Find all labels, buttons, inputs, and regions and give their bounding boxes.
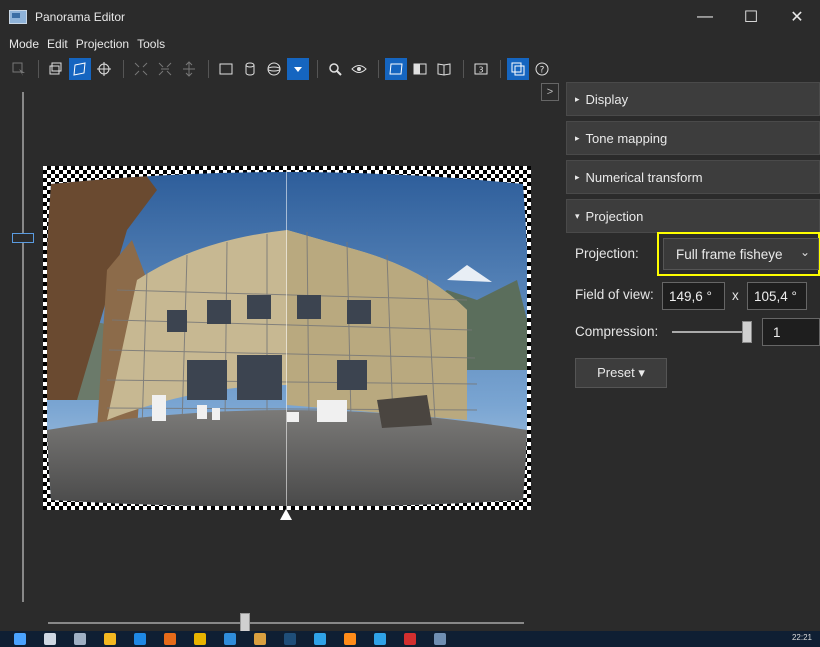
vertical-slider-handle[interactable] — [12, 233, 34, 243]
app-icon-info[interactable] — [314, 633, 326, 645]
compression-label: Compression: — [575, 324, 659, 339]
toolbar-separator — [123, 60, 124, 78]
sphere-icon[interactable] — [263, 58, 285, 80]
projection-select-highlight[interactable]: Full frame fisheye ⌄ — [657, 232, 820, 276]
svg-text:3: 3 — [478, 66, 483, 75]
cylinder-icon[interactable] — [239, 58, 261, 80]
vertical-slider-track[interactable] — [22, 92, 24, 602]
toolbar-separator — [378, 60, 379, 78]
select-mode-icon[interactable] — [8, 58, 30, 80]
help-icon[interactable]: ? — [531, 58, 553, 80]
projection-select[interactable]: Full frame fisheye ⌄ — [663, 238, 819, 270]
panel-icon[interactable] — [507, 58, 529, 80]
fov-separator: x — [732, 288, 739, 303]
center-icon[interactable] — [178, 58, 200, 80]
edge-icon[interactable] — [134, 633, 146, 645]
app-shield-icon[interactable] — [104, 633, 116, 645]
view-book-icon[interactable] — [433, 58, 455, 80]
menu-mode[interactable]: Mode — [0, 37, 43, 51]
app-icon-blue[interactable] — [224, 633, 236, 645]
app-icon-red[interactable] — [404, 633, 416, 645]
window-title: Panorama Editor — [35, 10, 126, 24]
fit-icon[interactable] — [130, 58, 152, 80]
menu-projection[interactable]: Projection — [72, 37, 133, 51]
section-projection[interactable]: ▾ Projection — [566, 199, 820, 233]
toolbar-separator — [38, 60, 39, 78]
fov-horizontal-input[interactable]: 149,6 ° — [662, 282, 725, 310]
app-icon-info-2[interactable] — [374, 633, 386, 645]
expand-arrow-icon: ▸ — [575, 93, 580, 104]
chevron-down-icon: ⌄ — [799, 245, 810, 259]
panorama-image — [47, 172, 527, 506]
preview-mode-icon[interactable] — [45, 58, 67, 80]
menu-bar: Mode Edit Projection Tools — [0, 34, 820, 54]
window-controls: — ☐ ✕ — [682, 0, 820, 34]
section-label: Numerical transform — [585, 169, 703, 185]
projection-label: Projection: — [575, 246, 639, 261]
compression-input[interactable]: 1 — [762, 318, 820, 346]
toolbar-separator — [317, 60, 318, 78]
start-icon[interactable] — [14, 633, 26, 645]
compression-slider-handle[interactable] — [742, 321, 752, 343]
toolbar-separator — [463, 60, 464, 78]
app-icon-orange[interactable] — [254, 633, 266, 645]
section-label: Projection — [585, 208, 644, 224]
section-label: Tone mapping — [585, 130, 668, 146]
compress-icon[interactable] — [154, 58, 176, 80]
center-marker-icon[interactable] — [280, 509, 292, 520]
title-bar: Panorama Editor — ☐ ✕ — [0, 0, 820, 34]
preset-button[interactable]: Preset ▾ — [575, 358, 667, 388]
toolbar: 3 ? — [0, 56, 820, 82]
close-button[interactable]: ✕ — [774, 0, 820, 34]
panorama-preview[interactable] — [43, 166, 531, 510]
view-half-icon[interactable] — [409, 58, 431, 80]
search-icon[interactable] — [44, 633, 56, 645]
taskbar-clock: 22:21 — [791, 633, 812, 642]
center-guide-line — [286, 170, 287, 510]
firefox-icon[interactable] — [164, 633, 176, 645]
section-display[interactable]: ▸ Display — [566, 82, 820, 116]
photoshop-icon[interactable] — [284, 633, 296, 645]
collapse-arrow-icon: ▾ — [575, 210, 580, 221]
folder-icon[interactable] — [194, 633, 206, 645]
dropdown-icon[interactable] — [287, 58, 309, 80]
projection-select-value: Full frame fisheye — [676, 246, 783, 262]
compression-slider-track[interactable] — [672, 331, 750, 333]
minimize-button[interactable]: — — [682, 0, 728, 34]
svg-text:?: ? — [540, 66, 545, 76]
properties-panel: ▸ Display ▸ Tone mapping ▸ Numerical tra… — [566, 82, 820, 238]
app-icon — [9, 10, 27, 24]
panorama-editor-task-icon[interactable] — [434, 633, 446, 645]
horizontal-slider-track[interactable] — [48, 622, 524, 624]
zoom-icon[interactable] — [324, 58, 346, 80]
menu-tools[interactable]: Tools — [133, 37, 169, 51]
app-icon-star[interactable] — [344, 633, 356, 645]
expand-arrow-icon: ▸ — [575, 171, 580, 182]
rectilinear-icon[interactable] — [215, 58, 237, 80]
3d-icon[interactable]: 3 — [470, 58, 492, 80]
toolbar-separator — [500, 60, 501, 78]
horizontal-slider-handle[interactable] — [240, 613, 250, 633]
fov-vertical-input[interactable]: 105,4 ° — [747, 282, 807, 310]
expand-arrow-icon: ▸ — [575, 132, 580, 143]
eye-icon[interactable] — [348, 58, 370, 80]
menu-edit[interactable]: Edit — [43, 37, 72, 51]
maximize-button[interactable]: ☐ — [728, 0, 774, 34]
crosshair-icon[interactable] — [93, 58, 115, 80]
collapse-panel-button[interactable]: > — [541, 83, 559, 101]
section-tone-mapping[interactable]: ▸ Tone mapping — [566, 121, 820, 155]
layout-mode-icon[interactable] — [69, 58, 91, 80]
section-numerical-transform[interactable]: ▸ Numerical transform — [566, 160, 820, 194]
view-rect-icon[interactable] — [385, 58, 407, 80]
fov-label: Field of view: — [575, 287, 654, 302]
toolbar-separator — [208, 60, 209, 78]
taskbar: 22:21 — [0, 631, 820, 647]
task-view-icon[interactable] — [74, 633, 86, 645]
section-label: Display — [585, 91, 629, 107]
